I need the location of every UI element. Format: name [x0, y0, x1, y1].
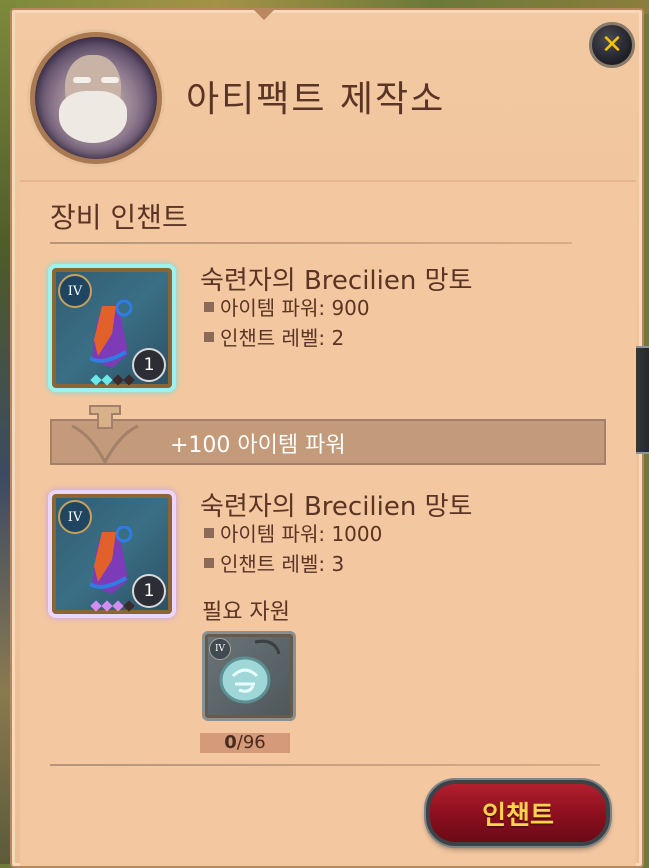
panel-notch	[254, 10, 274, 20]
current-item-power-text: 아이템 파워: 900	[220, 296, 370, 320]
footer-divider	[50, 764, 600, 766]
cloak-icon	[88, 526, 133, 594]
current-item-enchant-level: 인챈트 레벨: 2	[204, 322, 344, 351]
resource-have: 0	[224, 732, 237, 753]
resource-need: /96	[236, 732, 266, 753]
result-item-enchant-level: 인챈트 레벨: 3	[204, 548, 344, 577]
enchant-button[interactable]: 인챈트	[426, 780, 610, 846]
close-icon: ✕	[601, 30, 623, 60]
npc-brow-right	[101, 77, 119, 83]
current-item-slot[interactable]: IV 1	[48, 264, 176, 392]
npc-brow-left	[73, 77, 91, 83]
bullet-icon	[204, 301, 214, 312]
current-item-quantity: 1	[132, 348, 166, 382]
npc-beard	[59, 91, 127, 143]
window-title: 아티팩트 제작소	[186, 79, 446, 120]
section-divider	[50, 242, 572, 244]
current-item-power: 아이템 파워: 900	[204, 292, 370, 321]
current-item-enchant-text: 인챈트 레벨: 2	[220, 326, 345, 350]
current-item-enchant-pips	[90, 374, 135, 386]
close-button[interactable]: ✕	[589, 22, 635, 68]
cloak-icon	[88, 300, 133, 368]
resource-count: 0/96	[200, 733, 290, 753]
result-item-power: 아이템 파워: 1000	[204, 518, 382, 547]
result-item-slot[interactable]: IV 1	[48, 490, 176, 618]
result-item-power-text: 아이템 파워: 1000	[220, 522, 383, 546]
bullet-icon	[204, 331, 214, 342]
npc-portrait	[30, 32, 162, 164]
section-title: 장비 인챈트	[50, 201, 188, 234]
down-arrow-icon	[71, 405, 139, 466]
enchant-button-label: 인챈트	[482, 800, 554, 831]
rune-pendant-icon	[219, 639, 281, 704]
result-item-enchant-pips	[90, 600, 135, 612]
bullet-icon	[204, 557, 214, 568]
bullet-icon	[204, 527, 214, 538]
required-resources-label: 필요 자원	[202, 600, 290, 625]
resource-slot[interactable]: IV	[202, 631, 296, 721]
result-item-enchant-text: 인챈트 레벨: 3	[220, 552, 345, 576]
upgrade-banner-text: +100 아이템 파워	[170, 433, 346, 458]
result-item-quantity: 1	[132, 574, 166, 608]
